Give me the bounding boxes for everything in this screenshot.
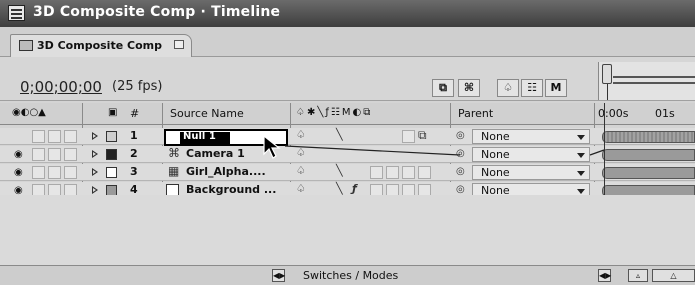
zoom-toggle-icon[interactable]: ◀▶ bbox=[598, 269, 611, 282]
bottom-bar: ◀▶ Switches / Modes ◀▶ ▵ △ bbox=[0, 265, 695, 285]
switches-modes-toggle[interactable]: Switches / Modes bbox=[303, 269, 398, 282]
expand-collapse-icon[interactable]: ◀▶ bbox=[272, 269, 285, 282]
empty-layer-area bbox=[0, 195, 695, 265]
zoom-slider[interactable]: △ bbox=[652, 269, 695, 282]
zoom-out-icon[interactable]: ▵ bbox=[628, 269, 648, 282]
mouse-pointer-icon bbox=[263, 134, 281, 159]
